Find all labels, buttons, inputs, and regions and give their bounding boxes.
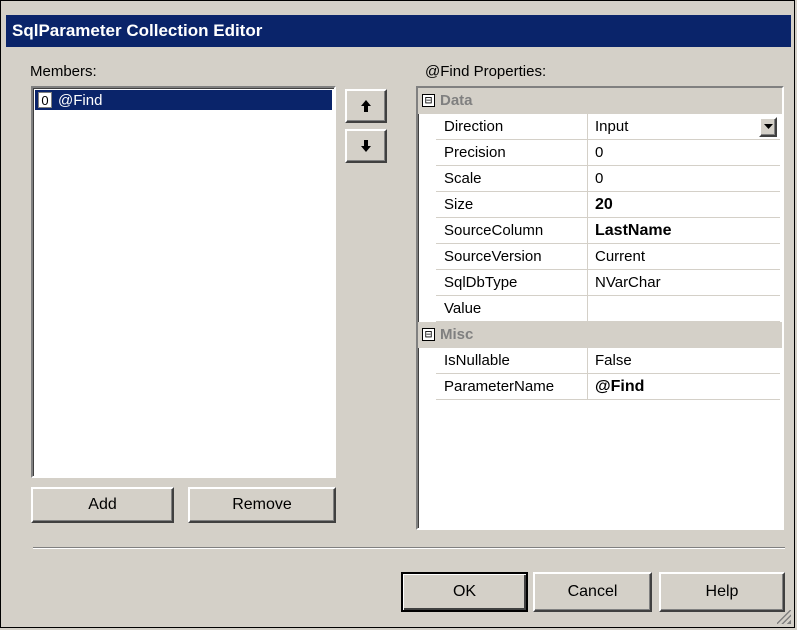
- ok-button-label: OK: [452, 583, 477, 600]
- help-button-label: Help: [705, 583, 739, 600]
- list-item-find[interactable]: 0 @Find: [35, 90, 332, 110]
- remove-button-label: Remove: [232, 496, 292, 513]
- add-button-label: Add: [88, 496, 117, 513]
- property-name: SqlDbType: [436, 270, 588, 295]
- collapse-icon[interactable]: ⊟: [422, 94, 435, 107]
- chevron-down-icon: [763, 124, 773, 129]
- property-name: Precision: [436, 140, 588, 165]
- property-value[interactable]: [589, 296, 779, 321]
- property-name: Direction: [436, 114, 588, 139]
- property-value[interactable]: Input: [589, 114, 779, 139]
- add-button[interactable]: Add: [31, 487, 174, 523]
- properties-label: @Find Properties:: [425, 63, 547, 80]
- property-value[interactable]: Current: [589, 244, 779, 269]
- property-name: Scale: [436, 166, 588, 191]
- property-value[interactable]: LastName: [589, 218, 779, 243]
- property-value[interactable]: 0: [589, 140, 779, 165]
- property-name: SourceVersion: [436, 244, 588, 269]
- property-row-sourcecolumn[interactable]: SourceColumn LastName: [436, 218, 780, 244]
- property-row-value[interactable]: Value: [436, 296, 780, 322]
- title-bar: SqlParameter Collection Editor: [6, 15, 791, 47]
- cancel-button[interactable]: Cancel: [533, 572, 652, 612]
- dropdown-button[interactable]: [759, 117, 777, 137]
- property-name: Size: [436, 192, 588, 217]
- ok-button[interactable]: OK: [401, 572, 528, 612]
- property-row-isnullable[interactable]: IsNullable False: [436, 348, 780, 374]
- window-title: SqlParameter Collection Editor: [12, 21, 263, 40]
- move-down-button[interactable]: [345, 129, 387, 163]
- property-grid[interactable]: ⊟ Data Direction Input Precision 0 Scale…: [416, 86, 784, 530]
- property-row-size[interactable]: Size 20: [436, 192, 780, 218]
- property-name: Value: [436, 296, 588, 321]
- down-arrow-icon: [361, 140, 371, 152]
- resize-grip-icon[interactable]: [777, 610, 791, 624]
- category-label: Data: [440, 92, 473, 109]
- category-data[interactable]: ⊟ Data: [418, 88, 782, 114]
- property-value[interactable]: NVarChar: [589, 270, 779, 295]
- remove-button[interactable]: Remove: [188, 487, 336, 523]
- property-row-scale[interactable]: Scale 0: [436, 166, 780, 192]
- property-name: SourceColumn: [436, 218, 588, 243]
- property-row-sqldbtype[interactable]: SqlDbType NVarChar: [436, 270, 780, 296]
- member-index: 0: [38, 92, 52, 108]
- category-misc[interactable]: ⊟ Misc: [418, 322, 782, 348]
- members-label: Members:: [30, 63, 97, 80]
- property-name: ParameterName: [436, 374, 588, 399]
- move-up-button[interactable]: [345, 89, 387, 123]
- property-row-parametername[interactable]: ParameterName @Find: [436, 374, 780, 400]
- property-value[interactable]: 0: [589, 166, 779, 191]
- property-name: IsNullable: [436, 348, 588, 373]
- help-button[interactable]: Help: [659, 572, 785, 612]
- property-value[interactable]: False: [589, 348, 779, 373]
- members-listbox[interactable]: 0 @Find: [31, 86, 336, 478]
- category-label: Misc: [440, 326, 474, 343]
- collapse-icon[interactable]: ⊟: [422, 328, 435, 341]
- property-value[interactable]: 20: [589, 192, 779, 217]
- property-value[interactable]: @Find: [589, 374, 779, 399]
- member-name: @Find: [58, 91, 103, 109]
- property-row-sourceversion[interactable]: SourceVersion Current: [436, 244, 780, 270]
- cancel-button-label: Cancel: [567, 583, 618, 600]
- up-arrow-icon: [361, 100, 371, 112]
- separator: [33, 547, 785, 549]
- property-row-precision[interactable]: Precision 0: [436, 140, 780, 166]
- property-row-direction[interactable]: Direction Input: [436, 114, 780, 140]
